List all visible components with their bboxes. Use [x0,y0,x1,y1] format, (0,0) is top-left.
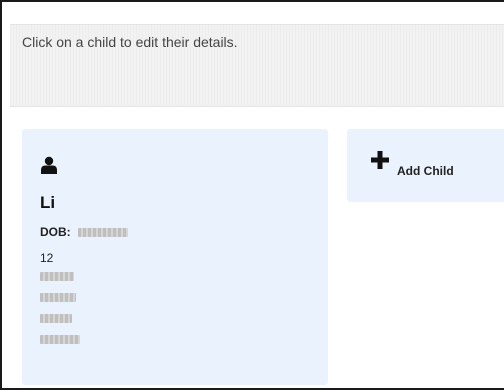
child-card[interactable]: Li DOB: 12 [22,129,328,385]
plus-icon [371,151,389,169]
dob-label: DOB: [40,225,71,239]
child-detail-redacted [40,272,74,281]
dob-value-redacted [78,228,129,238]
child-age: 12 [40,251,54,265]
instructions-text: Click on a child to edit their details. [22,34,238,50]
child-detail-redacted [40,293,76,302]
child-detail-redacted [40,314,72,323]
child-detail-redacted [40,335,80,344]
person-icon [41,156,57,174]
child-name: Li [40,193,56,212]
app-frame: Click on a child to edit their details. … [0,0,504,390]
child-dob-row: DOB: [40,225,129,239]
add-child-button[interactable]: Add Child [347,129,504,202]
add-child-label: Add Child [397,164,454,178]
